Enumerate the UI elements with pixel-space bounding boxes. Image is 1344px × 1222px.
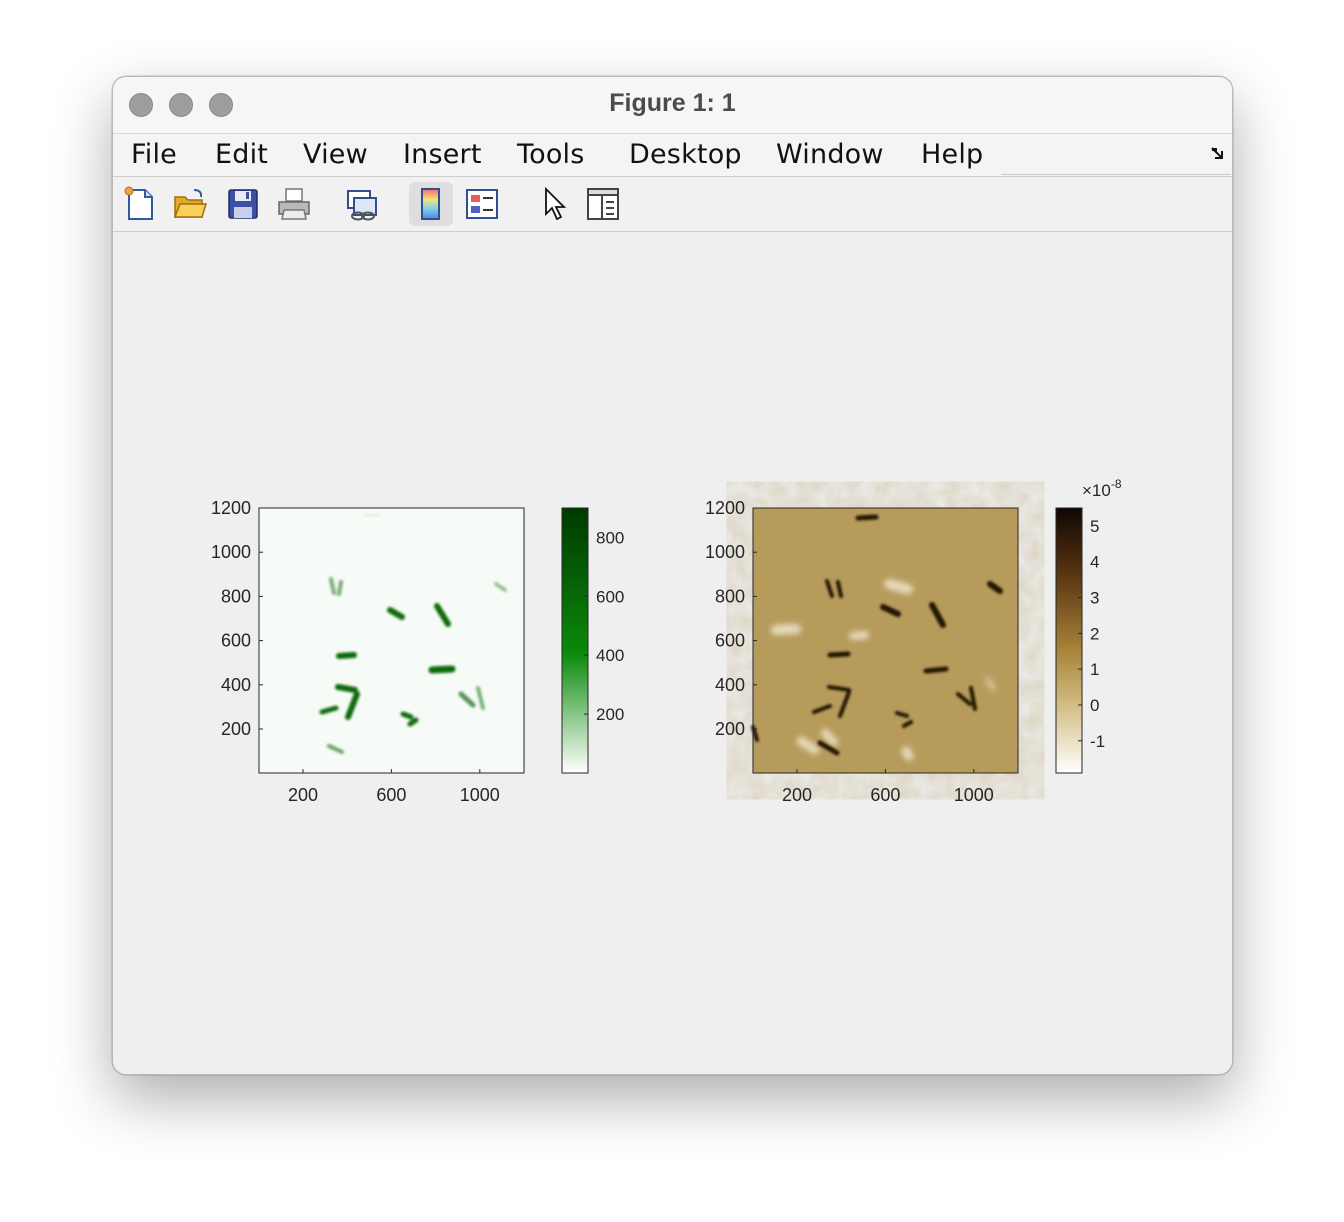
right-x-tick-label: 600	[870, 785, 900, 805]
menu-window[interactable]: Window	[776, 139, 884, 170]
left-colorbar-tick-label: 600	[596, 587, 624, 606]
right-colorbar-tick-label: 5	[1090, 517, 1099, 536]
left-y-tick-label: 400	[221, 675, 251, 695]
link-plot-icon[interactable]	[344, 186, 380, 222]
figure-window: Figure 1: 1 File Edit View Insert Tools …	[112, 76, 1233, 1075]
right-colorbar[interactable]	[1055, 507, 1083, 774]
menu-tools[interactable]: Tools	[517, 139, 585, 170]
right-colorbar-tick-label: 2	[1090, 624, 1099, 643]
menu-insert[interactable]: Insert	[403, 139, 482, 170]
figure-canvas[interactable]: 1200 1000 800 600 400 200 200 600 1000 800 600 40…	[113, 232, 1232, 1074]
menu-divider	[1001, 174, 1231, 175]
new-figure-icon[interactable]	[121, 186, 157, 222]
left-colorbar-tick-label: 800	[596, 528, 624, 547]
left-colorbar[interactable]	[561, 507, 589, 774]
menu-edit[interactable]: Edit	[215, 139, 268, 170]
right-image-texture	[753, 508, 1018, 773]
right-y-tick-label: 200	[715, 719, 745, 739]
left-colorbar-tick-label: 400	[596, 646, 624, 665]
left-x-tick-label: 1000	[460, 785, 500, 805]
property-inspector-icon[interactable]	[585, 186, 621, 222]
right-colorbar-tick-label: 4	[1090, 553, 1099, 572]
left-y-tick-label: 1200	[211, 498, 251, 518]
right-x-axis: 200 600 1000	[782, 769, 994, 805]
right-y-tick-label: 800	[715, 586, 745, 606]
menu-bar: File Edit View Insert Tools Desktop Wind…	[113, 134, 1232, 177]
menu-help[interactable]: Help	[921, 139, 983, 170]
left-y-tick-label: 200	[221, 719, 251, 739]
left-image-background	[259, 508, 524, 773]
left-x-tick-label: 600	[376, 785, 406, 805]
open-file-icon[interactable]	[172, 186, 208, 222]
print-icon[interactable]	[276, 186, 312, 222]
right-y-tick-label: 400	[715, 675, 745, 695]
menu-file[interactable]: File	[131, 139, 177, 170]
title-bar[interactable]: Figure 1: 1	[113, 77, 1232, 134]
left-y-tick-label: 1000	[211, 542, 251, 562]
right-y-tick-label: 1000	[705, 542, 745, 562]
right-y-axis: 1200 1000 800 600 400 200	[705, 498, 757, 739]
left-x-axis: 200 600 1000	[288, 769, 500, 805]
right-x-tick-label: 200	[782, 785, 812, 805]
left-y-tick-label: 800	[221, 586, 251, 606]
right-axes[interactable]: 1200 1000 800 600 400 200 200 600 1000 5 4 3 2 1 0 -1…	[705, 477, 1122, 805]
right-y-tick-label: 1200	[705, 498, 745, 518]
right-colorbar-tick-label: 3	[1090, 589, 1099, 608]
undock-arrow-icon[interactable]	[1210, 146, 1226, 162]
colorbar-button[interactable]	[409, 182, 453, 226]
menu-view[interactable]: View	[303, 139, 368, 170]
save-icon[interactable]	[225, 186, 261, 222]
figure-toolbar	[113, 177, 1232, 232]
left-axes[interactable]: 1200 1000 800 600 400 200 200 600 1000 800 600 40…	[211, 498, 624, 805]
axes-area[interactable]: 12001000800600400200 200 600 1000 80060040…	[113, 232, 1232, 1074]
left-colorbar-tick-label: 200	[596, 705, 624, 724]
left-colorbar-ticks: 800 600 400 200	[584, 528, 624, 724]
right-colorbar-tick-label: 1	[1090, 660, 1099, 679]
legend-icon[interactable]	[464, 186, 500, 222]
window-title: Figure 1: 1	[609, 89, 736, 117]
menu-desktop[interactable]: Desktop	[629, 139, 742, 170]
left-x-tick-label: 200	[288, 785, 318, 805]
colorbar-icon	[421, 188, 440, 220]
left-y-tick-label: 600	[221, 631, 251, 651]
right-x-tick-label: 1000	[954, 785, 994, 805]
right-y-tick-label: 600	[715, 631, 745, 651]
left-y-axis: 1200 1000 800 600 400 200	[211, 498, 263, 739]
right-colorbar-tick-label: 0	[1090, 696, 1099, 715]
right-colorbar-tick-label: -1	[1090, 732, 1105, 751]
edit-plot-pointer-icon[interactable]	[536, 186, 572, 222]
right-colorbar-multiplier: ×10-8	[1082, 477, 1122, 500]
